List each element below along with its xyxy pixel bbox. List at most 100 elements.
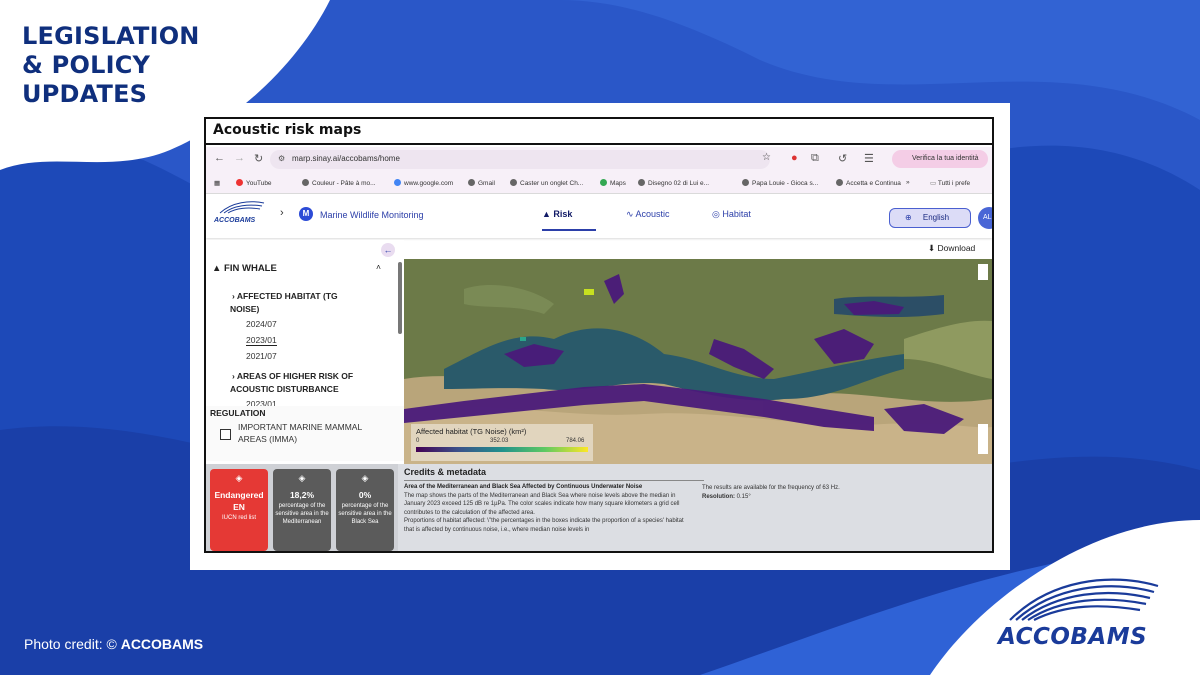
bookmark-item[interactable]: Maps bbox=[600, 179, 626, 187]
app-badge: M bbox=[299, 207, 313, 221]
headline-line: UPDATES bbox=[22, 80, 148, 108]
google-icon bbox=[394, 179, 401, 186]
photo-credit-owner: ACCOBAMS bbox=[120, 636, 204, 652]
maps-icon bbox=[600, 179, 607, 186]
globe-icon bbox=[510, 179, 517, 186]
bookmark-item[interactable]: Accetta e Continua bbox=[836, 179, 901, 187]
accobams-logo-text: ACCOBAMS bbox=[998, 624, 1148, 650]
sound-wave-icon: ∿ bbox=[626, 209, 636, 219]
back-arrow-icon[interactable]: ← bbox=[214, 152, 225, 164]
warning-icon: ▲ bbox=[542, 209, 554, 219]
tab-habitat[interactable]: ◎ Habitat bbox=[712, 209, 751, 220]
accobams-arcs-icon bbox=[219, 201, 265, 214]
bookmark-folder[interactable]: ▭ Tutti i prefe bbox=[930, 179, 970, 187]
bookmark-item[interactable]: Couleur - Pâte à mo... bbox=[302, 179, 376, 187]
tab-risk[interactable]: ▲ Risk bbox=[542, 209, 572, 219]
youtube-icon bbox=[236, 179, 243, 186]
date-option[interactable]: 2021/07 bbox=[246, 351, 277, 361]
sidebar-scrollbar[interactable] bbox=[398, 262, 402, 334]
layer-affected-habitat[interactable]: › AFFECTED HABITAT (TG bbox=[232, 291, 338, 301]
legend-colorbar bbox=[416, 447, 588, 452]
chevron-right-icon: › bbox=[280, 207, 284, 219]
iucn-status-card: ◈ Endangered EN IUCN red list bbox=[210, 469, 268, 551]
language-button[interactable]: ⊕ English bbox=[889, 208, 971, 228]
headline: LEGISLATION & POLICY UPDATES bbox=[22, 22, 200, 109]
history-icon[interactable]: ↺ bbox=[838, 152, 847, 165]
photo-credit-prefix: Photo credit: © bbox=[24, 636, 117, 652]
folder-icon: ▭ bbox=[930, 180, 938, 187]
credits-paragraph: Proportions of habitat affected: \"the p… bbox=[404, 518, 684, 533]
divider bbox=[404, 480, 704, 481]
credits-title: Area of the Mediterranean and Black Sea … bbox=[404, 484, 643, 490]
date-option[interactable]: 2024/07 bbox=[246, 319, 277, 329]
imma-label-line2: AREAS (IMMA) bbox=[238, 434, 298, 444]
stat-value: Endangered bbox=[214, 490, 264, 500]
extensions-puzzle-icon[interactable]: ⧉ bbox=[811, 152, 819, 165]
frame-title: Acoustic risk maps bbox=[213, 122, 362, 138]
imma-checkbox[interactable] bbox=[220, 429, 231, 440]
legend-mid: 352.03 bbox=[490, 438, 509, 444]
bookmark-item[interactable]: Caster un onglet Ch... bbox=[510, 179, 583, 187]
stat-label: IUCN red list bbox=[221, 515, 256, 521]
bookmark-item[interactable]: www.google.com bbox=[394, 179, 453, 187]
globe-icon bbox=[836, 179, 843, 186]
black-sea-stat-card: ◈ 0% percentage of the sensitive area in… bbox=[336, 469, 394, 551]
layers-icon: ◈ bbox=[361, 473, 369, 483]
bookmark-item[interactable]: Disegno 02 di Lui e... bbox=[638, 179, 709, 187]
headline-line: & POLICY bbox=[22, 51, 151, 79]
date-option-selected[interactable]: 2023/01 bbox=[246, 335, 277, 346]
screenshot-card: Acoustic risk maps ← → ↻ ⚙ marp.sinay.ai… bbox=[190, 103, 1010, 570]
forward-arrow-icon[interactable]: → bbox=[234, 152, 245, 164]
layer-higher-risk-cont[interactable]: ACOUSTIC DISTURBANCE bbox=[230, 384, 339, 394]
species-header[interactable]: ▲ FIN WHALE bbox=[212, 263, 277, 274]
collapse-sidebar-icon[interactable]: ← bbox=[381, 243, 395, 257]
globe-icon bbox=[302, 179, 309, 186]
apps-grid-icon[interactable]: ▦ bbox=[214, 179, 220, 187]
gmail-icon bbox=[468, 179, 475, 186]
mediterranean-stat-card: ◈ 18,2% percentage of the sensitive area… bbox=[273, 469, 331, 551]
frequency-note: The results are available for the freque… bbox=[702, 485, 840, 491]
credits-body: Area of the Mediterranean and Black Sea … bbox=[404, 483, 694, 535]
stat-value: 0% bbox=[358, 490, 372, 500]
credits-heading: Credits & metadata bbox=[404, 467, 487, 477]
credits-paragraph: The map shows the parts of the Mediterra… bbox=[404, 492, 680, 516]
layers-icon: ◈ bbox=[298, 473, 306, 483]
legend-min: 0 bbox=[416, 438, 420, 444]
tab-acoustic[interactable]: ∿ Acoustic bbox=[626, 209, 670, 220]
bookmarks-overflow[interactable]: » bbox=[906, 179, 910, 186]
stat-sub: EN bbox=[233, 502, 245, 512]
section-title[interactable]: Marine Wildlife Monitoring bbox=[320, 210, 424, 220]
imma-label-line1: IMPORTANT MARINE MAMMAL bbox=[238, 422, 363, 432]
active-tab-indicator bbox=[542, 229, 596, 231]
layer-higher-risk[interactable]: › AREAS OF HIGHER RISK OF bbox=[232, 371, 353, 381]
screenshot-frame: Acoustic risk maps ← → ↻ ⚙ marp.sinay.ai… bbox=[204, 117, 994, 553]
regulation-heading: REGULATION bbox=[210, 408, 266, 418]
globe-icon: ⊕ bbox=[905, 213, 912, 222]
extension-icon[interactable]: ● bbox=[791, 152, 798, 164]
warning-icon: ▲ bbox=[212, 263, 225, 274]
chevron-up-icon[interactable]: ˄ bbox=[376, 262, 381, 272]
resolution-value: 0.15° bbox=[736, 494, 751, 500]
bookmark-item[interactable]: Gmail bbox=[468, 179, 495, 187]
headline-line: LEGISLATION bbox=[22, 22, 200, 50]
resolution-label: Resolution: bbox=[702, 494, 735, 500]
bookmark-star-icon[interactable]: ☆ bbox=[762, 152, 771, 163]
legend-title: Affected habitat (TG Noise) (km²) bbox=[416, 427, 527, 436]
tab-search-icon[interactable]: ☰ bbox=[864, 152, 874, 165]
divider bbox=[206, 143, 992, 145]
reload-icon[interactable]: ↻ bbox=[254, 152, 263, 165]
site-info-icon[interactable]: ⚙ bbox=[278, 154, 285, 163]
bookmark-item[interactable]: Papa Louie - Gioca s... bbox=[742, 179, 818, 187]
globe-icon bbox=[638, 179, 645, 186]
download-button[interactable]: ⬇ Download bbox=[928, 243, 975, 254]
identity-verify-button[interactable]: Verifica la tua identità bbox=[892, 150, 988, 168]
bookmark-item[interactable]: YouTube bbox=[236, 179, 272, 187]
avatar[interactable]: AL bbox=[978, 207, 992, 229]
target-icon: ◎ bbox=[712, 209, 723, 219]
stat-value: 18,2% bbox=[289, 490, 315, 500]
stat-label: percentage of the sensitive area in the … bbox=[275, 503, 329, 525]
layers-icon: ◈ bbox=[235, 473, 243, 483]
stat-label: percentage of the sensitive area in the … bbox=[338, 503, 392, 525]
layer-affected-habitat-cont[interactable]: NOISE) bbox=[230, 304, 259, 314]
app-logo-text[interactable]: ACCOBAMS bbox=[214, 217, 255, 224]
